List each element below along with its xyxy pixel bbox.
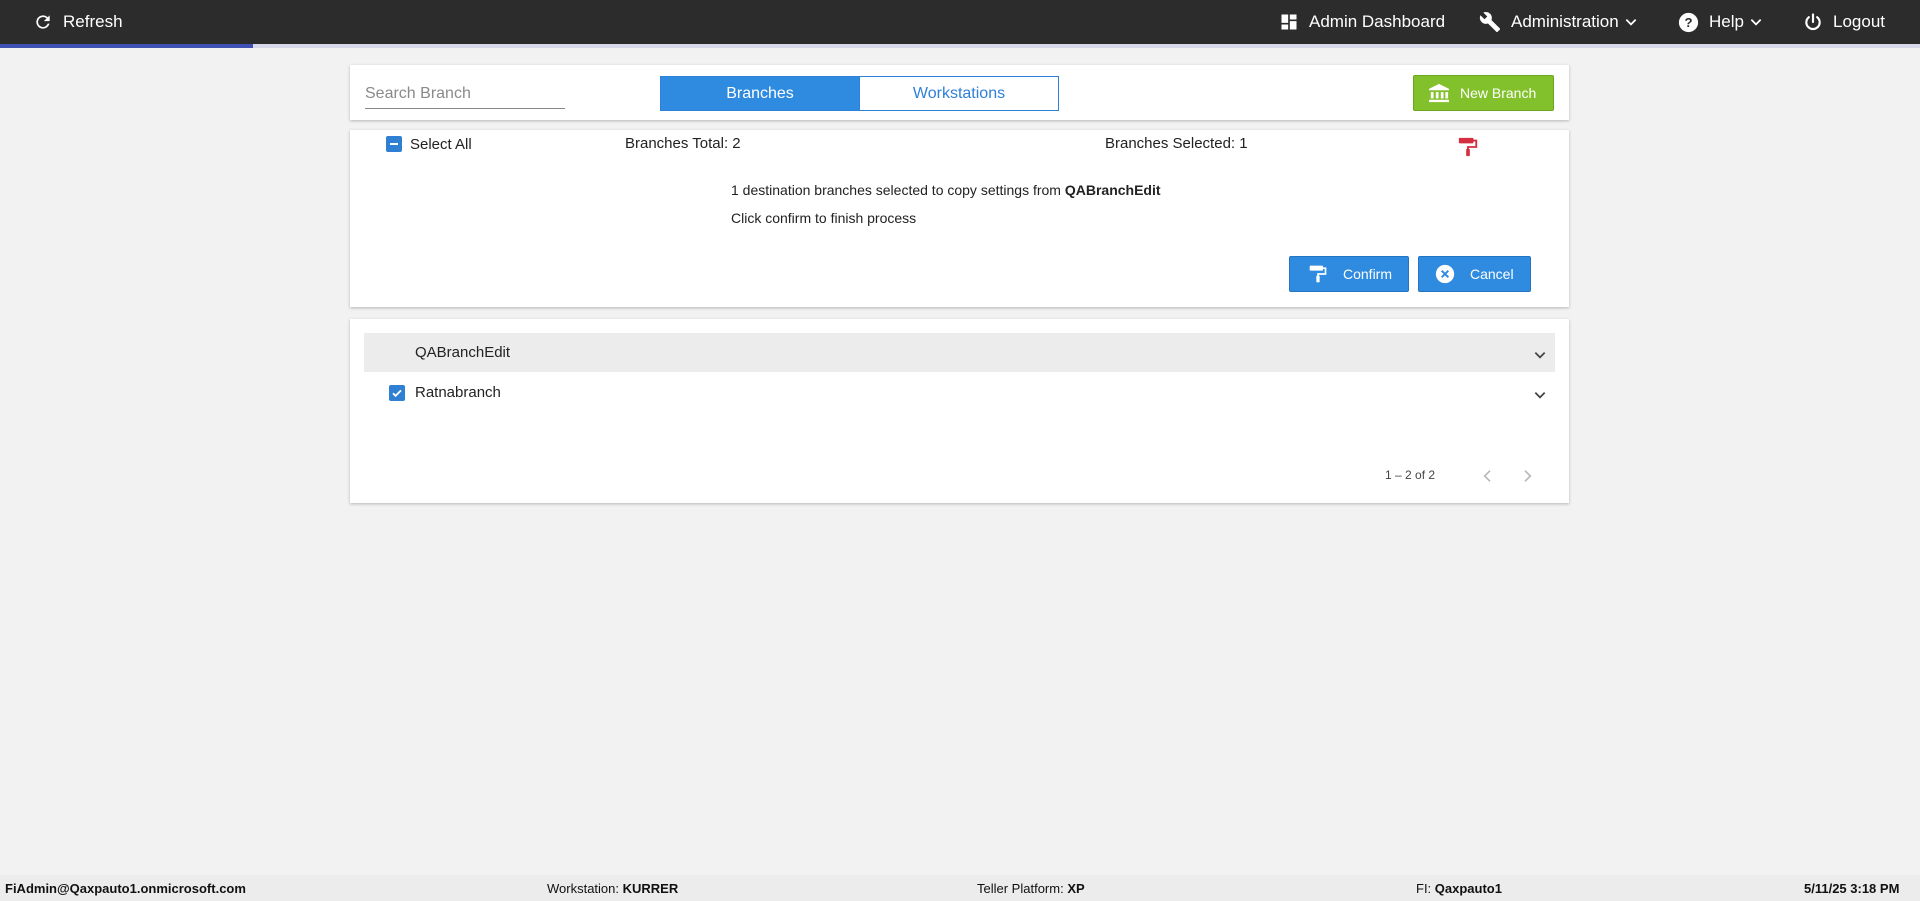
wrench-icon [1479, 12, 1501, 33]
confirm-label: Confirm [1343, 266, 1393, 282]
cancel-button[interactable]: Cancel [1418, 256, 1531, 292]
branch-checkbox[interactable] [389, 385, 405, 401]
chevron-down-icon[interactable] [1533, 348, 1547, 362]
confirm-button[interactable]: Confirm [1289, 256, 1409, 292]
pagination-range: 1 – 2 of 2 [1385, 468, 1436, 482]
loading-progress-bar [0, 44, 1920, 48]
logout-label: Logout [1833, 12, 1885, 31]
select-all-label: Select All [410, 136, 472, 153]
chevron-down-icon[interactable] [1533, 388, 1547, 402]
paint-roller-icon[interactable] [1457, 136, 1479, 163]
administration-label: Administration [1511, 12, 1619, 31]
footer-fi: FI: Qaxpauto1 [1416, 881, 1502, 896]
administration-menu[interactable]: Administration [1479, 0, 1638, 44]
tab-branches[interactable]: Branches [660, 76, 860, 111]
dashboard-icon [1281, 14, 1297, 30]
tab-workstations[interactable]: Workstations [859, 76, 1059, 111]
admin-dashboard-link[interactable]: Admin Dashboard [1279, 0, 1445, 44]
power-icon [1805, 13, 1821, 31]
search-input[interactable] [365, 80, 565, 109]
cancel-label: Cancel [1470, 266, 1514, 282]
branch-name: QABranchEdit [415, 344, 511, 361]
footer-user: FiAdmin@Qaxpauto1.onmicrosoft.com [5, 881, 246, 896]
source-branch-name: QABranchEdit [1064, 182, 1161, 198]
refresh-icon [36, 15, 50, 29]
help-icon: ? [1678, 12, 1699, 32]
minus-icon [390, 143, 398, 145]
footer-workstation: Workstation: KURRER [547, 881, 679, 896]
top-navigation-bar: Refresh Admin Dashboard Administration ?… [0, 0, 1920, 48]
footer-datetime: 5/11/25 3:18 PM [1804, 881, 1900, 896]
paint-roller-icon [1309, 265, 1327, 283]
copy-message-text: 1 destination branches selected to copy … [731, 182, 1065, 198]
chevron-left-icon[interactable] [1480, 468, 1496, 484]
footer-teller-platform: Teller Platform: XP [977, 881, 1085, 896]
branch-name: Ratnabranch [415, 384, 501, 401]
svg-text:?: ? [1684, 14, 1692, 29]
branch-row-source[interactable] [364, 333, 1555, 372]
help-menu[interactable]: ? Help [1678, 0, 1763, 44]
select-all-checkbox[interactable] [386, 136, 402, 152]
logout-button[interactable]: Logout [1803, 0, 1885, 44]
branches-total: Branches Total: 2 [625, 135, 741, 152]
chevron-down-icon [1625, 19, 1637, 26]
chevron-right-icon[interactable] [1519, 468, 1535, 484]
copy-message: 1 destination branches selected to copy … [731, 182, 1161, 198]
checkmark-icon [392, 389, 402, 398]
branches-selected: Branches Selected: 1 [1105, 135, 1248, 152]
confirm-instruction: Click confirm to finish process [731, 210, 917, 226]
cancel-circle-icon [1435, 264, 1455, 284]
help-label: Help [1709, 12, 1744, 31]
new-branch-button[interactable]: New Branch [1413, 75, 1554, 111]
new-branch-label: New Branch [1460, 85, 1537, 101]
chevron-down-icon [1750, 19, 1762, 26]
refresh-button[interactable]: Refresh [33, 0, 123, 44]
bank-icon [1429, 83, 1449, 103]
branch-row[interactable] [364, 373, 1555, 413]
status-footer: FiAdmin@Qaxpauto1.onmicrosoft.com Workst… [0, 875, 1920, 901]
refresh-label: Refresh [63, 12, 123, 31]
admin-dashboard-label: Admin Dashboard [1309, 12, 1446, 31]
